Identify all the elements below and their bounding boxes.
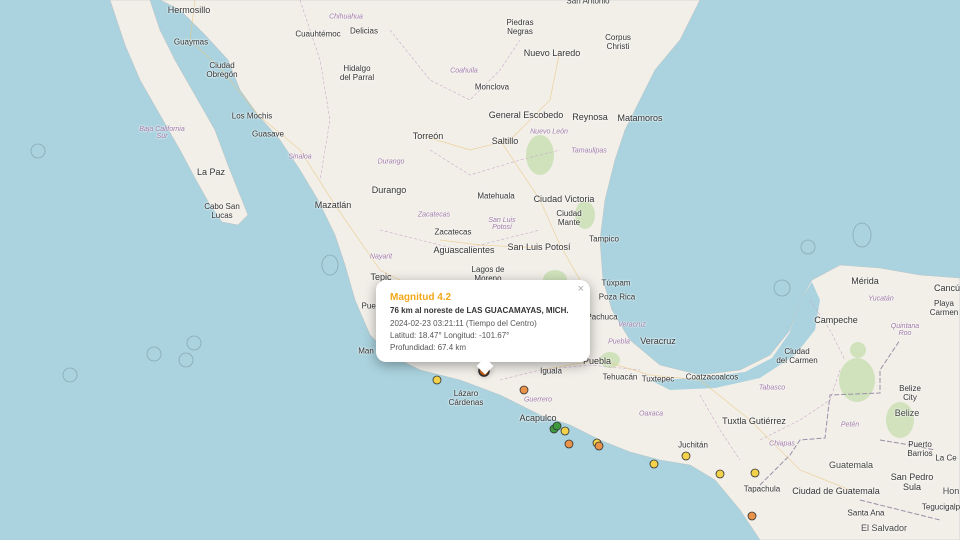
map-label-general-escobedo: General Escobedo	[488, 110, 564, 120]
map-label-guaymas: Guaymas	[173, 37, 209, 47]
map-label-durango-state: Durango	[377, 158, 405, 166]
map-label-pachuca: Pachuca	[586, 312, 618, 322]
map-label-lazaro-cardenas: Lázaro Cárdenas	[448, 389, 484, 407]
map-label-belize-city: Belize City	[899, 384, 921, 402]
map-label-tegucigalpa: Tegucigalp	[921, 502, 960, 512]
map-label-guerrero: Guerrero	[523, 396, 553, 404]
popup-coordinates: Latitud: 18.47° Longitud: -101.67°	[390, 331, 510, 340]
map-label-campeche: Campeche	[814, 315, 858, 325]
map-label-tampico: Tampico	[589, 234, 619, 244]
map-label-poza-rica: Poza Rica	[598, 292, 636, 302]
map-label-hidalgo-del-parral: Hidalgo del Parral	[339, 64, 375, 82]
map-label-matamoros: Matamoros	[617, 113, 663, 123]
map-label-veracruz-state: Veracruz	[618, 321, 646, 329]
map-label-puerto-barrios: Puerto Barrios	[907, 440, 933, 458]
map-label-san-pedro-sula: San Pedro Sula	[890, 472, 934, 492]
map-label-tapachula: Tapachula	[743, 484, 781, 494]
map-label-tehuacan: Tehuacán	[602, 372, 638, 382]
map-label-los-mochis: Los Mochis	[231, 111, 273, 121]
map-label-la-paz: La Paz	[196, 167, 226, 177]
map-label-chiapas: Chiapas	[769, 440, 795, 448]
map-label-cancun: Cancú	[933, 283, 960, 293]
map-label-monclova: Monclova	[474, 82, 510, 92]
map-label-tamaulipas: Tamaulipas	[571, 147, 607, 155]
popup-magnitude-title: Magnitud 4.2	[390, 292, 452, 303]
popup-depth: Profundidad: 67.4 km	[390, 343, 467, 352]
map-label-ciudad-mante: Ciudad Mante	[556, 209, 582, 227]
map-label-san-luis-potosi: San Luis Potosí	[507, 242, 571, 252]
map-label-tuxtepec: Tuxtepec	[641, 374, 675, 384]
map-label-puebla-state: Puebla	[608, 338, 630, 346]
map-label-nuevo-leon: Nuevo León	[530, 128, 568, 136]
map-label-ciudad-victoria: Ciudad Victoria	[533, 194, 595, 204]
map-label-reynosa: Reynosa	[572, 112, 608, 122]
map-label-santa-ana: Santa Ana	[847, 508, 885, 518]
map-label-matehuala: Matehuala	[477, 191, 515, 201]
popup-datetime: 2024-02-23 03:21:11 (Tiempo del Centro)	[390, 319, 537, 328]
popup-location: 76 km al noreste de LAS GUACAMAYAS, MICH…	[390, 306, 569, 315]
earthquake-marker[interactable]	[750, 468, 760, 478]
close-icon[interactable]: ×	[578, 283, 584, 295]
map-label-tuxpan: Túxpam	[601, 278, 631, 288]
map-label-yucatan: Yucatán	[868, 295, 894, 303]
map-label-ciudad-obregon: Ciudad Obregón	[206, 61, 238, 79]
map-label-coahuila: Coahuila	[450, 67, 478, 75]
map-label-sinaloa: Sinaloa	[288, 153, 312, 161]
map-label-ciudad-del-carmen: Ciudad del Carmen	[776, 347, 818, 365]
map-label-guasave: Guasave	[251, 129, 285, 139]
earthquake-marker[interactable]	[432, 375, 442, 385]
map-label-nuevo-laredo: Nuevo Laredo	[523, 48, 581, 58]
map-label-iguala: Iguala	[540, 366, 562, 376]
map-label-juchitan: Juchitán	[678, 440, 708, 450]
map-label-coatzacoalcos: Coatzacoalcos	[685, 372, 739, 382]
map-label-honduras: Hon	[942, 486, 960, 496]
earthquake-marker[interactable]	[649, 459, 659, 469]
map-label-zacatecas-state: Zacatecas	[417, 211, 451, 219]
map-label-corpus-christi: Corpus Christi	[605, 33, 631, 51]
map-label-mazatlan: Mazatlán	[314, 200, 352, 210]
map-label-piedras-negras: Piedras Negras	[506, 18, 534, 36]
map-label-el-salvador: El Salvador	[860, 523, 908, 533]
map-label-baja-california-sur: Baja California Sur	[139, 126, 185, 140]
map-label-nayarit: Nayarit	[369, 253, 393, 261]
map-label-acapulco: Acapulco	[519, 413, 557, 423]
map-label-tuxtla-gutierrez: Tuxtla Gutiérrez	[722, 416, 786, 426]
map-label-torreon: Torreón	[412, 131, 444, 141]
map-label-veracruz: Veracruz	[640, 336, 676, 346]
earthquake-marker[interactable]	[519, 385, 529, 395]
earthquake-marker[interactable]	[715, 469, 725, 479]
map-label-durango: Durango	[371, 185, 407, 195]
map-label-guatemala: Guatemala	[828, 460, 874, 470]
earthquake-marker[interactable]	[560, 426, 570, 436]
map-label-san-luis-potosi-state: San Luis Potosí	[488, 217, 516, 231]
map-label-la-ceiba: La Ce	[935, 453, 957, 463]
map-label-cuauhtemoc: Cuauhtémoc	[295, 29, 341, 39]
map-label-peten: Petén	[840, 421, 860, 429]
map-label-ciudad-de-guatemala: Ciudad de Guatemala	[792, 486, 880, 496]
map-label-delicias: Delicias	[349, 26, 379, 36]
map-label-playa-del-carmen: Playa Carmen	[929, 299, 959, 317]
map-label-tabasco: Tabasco	[758, 384, 786, 392]
map-label-oaxaca: Oaxaca	[638, 410, 664, 418]
earthquake-marker[interactable]	[552, 421, 562, 431]
map-label-chihuahua: Chihuahua	[329, 13, 363, 21]
earthquake-marker[interactable]	[681, 451, 691, 461]
map-label-hermosillo: Hermosillo	[167, 5, 211, 15]
map-label-cabo-san-lucas: Cabo San Lucas	[204, 202, 240, 220]
earthquake-marker[interactable]	[594, 441, 604, 451]
map-label-aguascalientes: Aguascalientes	[433, 245, 495, 255]
map-label-san-antonio: San Antonio	[566, 0, 610, 6]
earthquake-marker[interactable]	[564, 439, 574, 449]
map-label-zacatecas: Zacatecas	[434, 227, 472, 237]
earthquake-marker[interactable]	[747, 511, 757, 521]
map-label-merida: Mérida	[851, 276, 879, 286]
map-label-saltillo: Saltillo	[491, 136, 519, 146]
earthquake-popup: × Magnitud 4.2 76 km al noreste de LAS G…	[376, 280, 590, 362]
map-label-quintana-roo: Quintana Roo	[890, 323, 920, 337]
map-label-manzanillo: Man	[358, 346, 374, 356]
map-label-belize: Belize	[894, 408, 920, 418]
